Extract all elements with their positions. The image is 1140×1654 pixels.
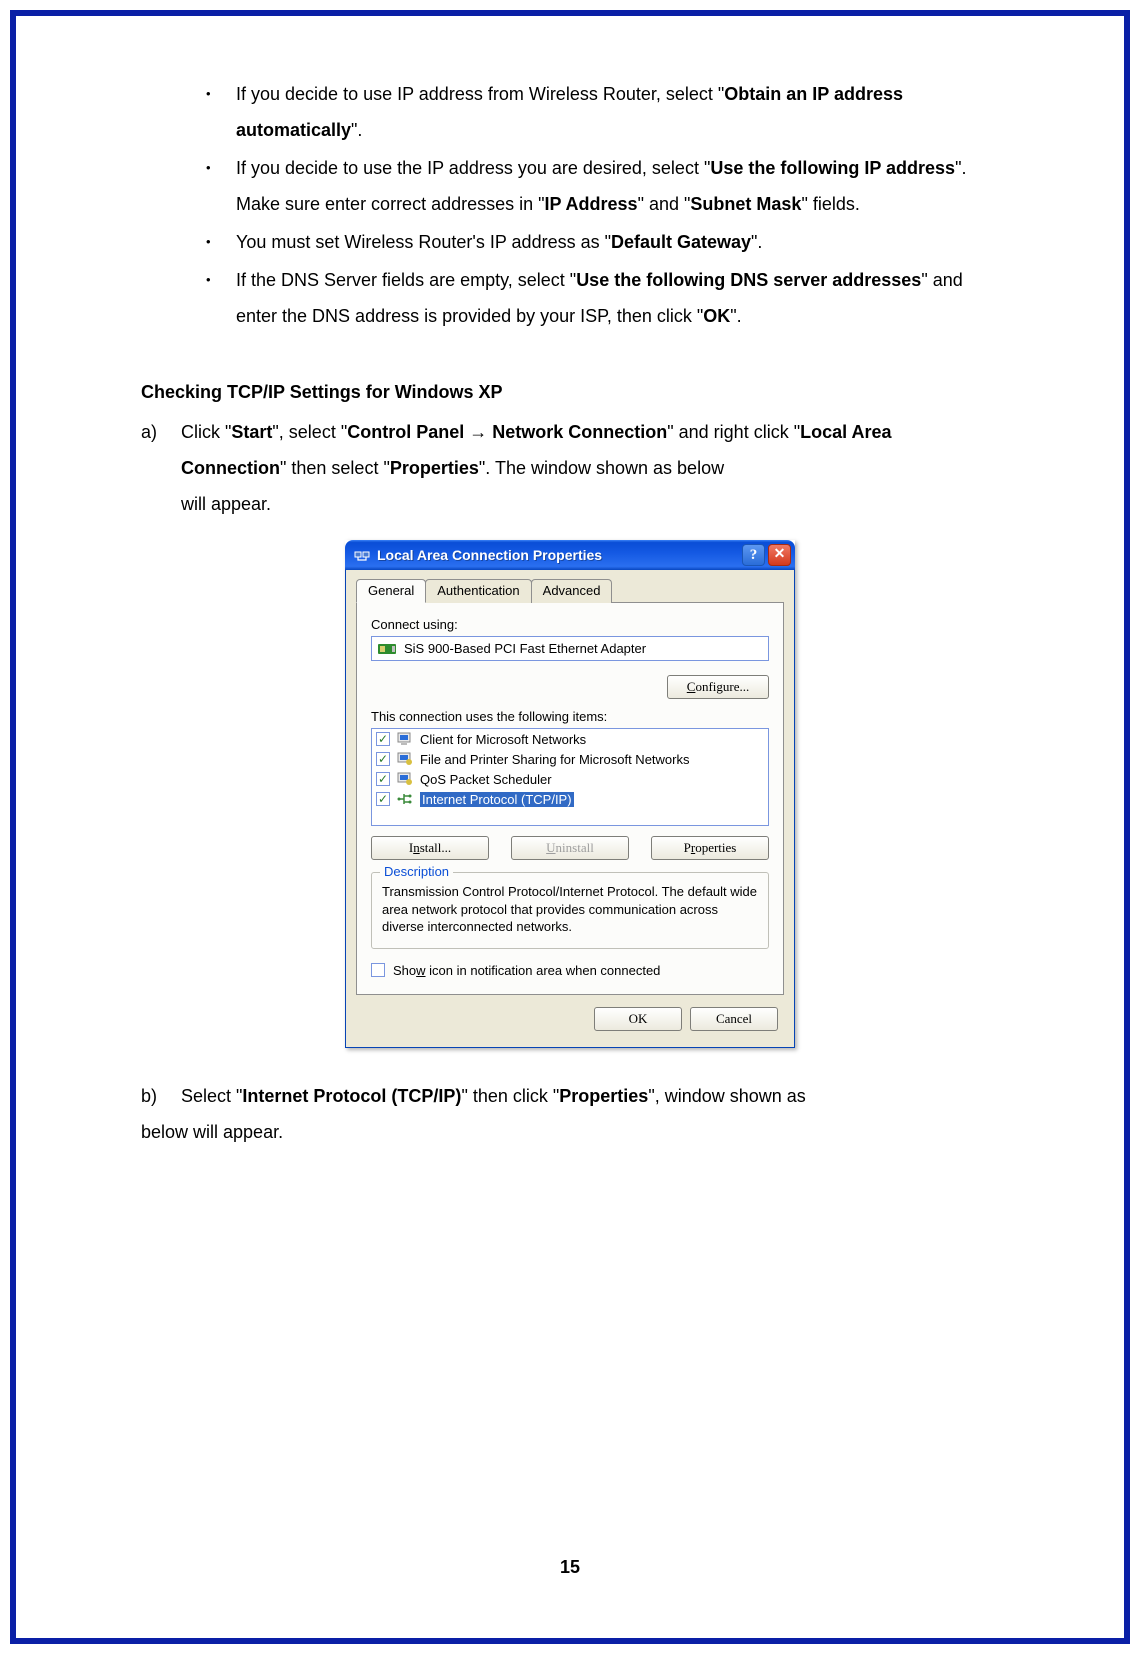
adapter-field[interactable]: SiS 900-Based PCI Fast Ethernet Adapter [371, 636, 769, 661]
bullet-dot: • [206, 76, 236, 148]
step-b-cont: below will appear. [141, 1114, 999, 1150]
configure-button[interactable]: CConfigure...onfigure... [667, 675, 769, 699]
description-text: Transmission Control Protocol/Internet P… [382, 883, 758, 936]
checkbox-icon[interactable] [376, 732, 390, 746]
tab-authentication[interactable]: Authentication [425, 579, 531, 603]
document-body: • If you decide to use IP address from W… [16, 16, 1124, 1190]
tab-general[interactable]: General [356, 579, 426, 603]
xp-dialog: Local Area Connection Properties ? ✕ Gen… [345, 540, 795, 1048]
show-icon-label: Show icon in notification area when conn… [393, 963, 660, 979]
dialog-title: Local Area Connection Properties [377, 547, 739, 564]
step-label: b) [141, 1078, 181, 1114]
adapter-name: SiS 900-Based PCI Fast Ethernet Adapter [404, 641, 646, 657]
description-group: Description Transmission Control Protoco… [371, 872, 769, 949]
service-icon [396, 771, 414, 787]
list-item-selected[interactable]: Internet Protocol (TCP/IP) [372, 789, 768, 809]
bullet-item: • If you decide to use IP address from W… [206, 76, 999, 148]
step-a-cont: will appear. [141, 486, 999, 522]
tab-strip: General Authentication Advanced [356, 579, 784, 603]
close-button[interactable]: ✕ [768, 544, 791, 566]
dialog-titlebar[interactable]: Local Area Connection Properties ? ✕ [345, 540, 795, 570]
list-item[interactable]: File and Printer Sharing for Microsoft N… [372, 749, 768, 769]
items-listbox[interactable]: Client for Microsoft Networks File and P… [371, 728, 769, 826]
bullet-item: • If you decide to use the IP address yo… [206, 150, 999, 222]
list-item[interactable]: QoS Packet Scheduler [372, 769, 768, 789]
list-item[interactable]: Client for Microsoft Networks [372, 729, 768, 749]
checkbox-icon[interactable] [376, 752, 390, 766]
bullet-item: • You must set Wireless Router's IP addr… [206, 224, 999, 260]
client-icon [396, 731, 414, 747]
tab-advanced[interactable]: Advanced [531, 579, 613, 603]
show-icon-row[interactable]: Show icon in notification area when conn… [371, 963, 769, 979]
connection-icon [353, 546, 371, 564]
description-legend: Description [380, 864, 453, 880]
step-b: b) Select "Internet Protocol (TCP/IP)" t… [141, 1078, 999, 1114]
tab-panel-general: Connect using: SiS 900-Based PCI Fast Et… [356, 602, 784, 996]
checkbox-icon[interactable] [376, 772, 390, 786]
ok-button[interactable]: OK [594, 1007, 682, 1031]
step-label: a) [141, 414, 181, 486]
cancel-button[interactable]: Cancel [690, 1007, 778, 1031]
help-button[interactable]: ? [742, 544, 765, 566]
uninstall-button: Uninstall [511, 836, 629, 860]
bullet-dot: • [206, 150, 236, 222]
checkbox-icon[interactable] [371, 963, 385, 977]
step-a: a) Click "Start", select "Control Panel … [141, 414, 999, 486]
bullet-dot: • [206, 224, 236, 260]
bullet-dot: • [206, 262, 236, 334]
nic-icon [378, 642, 398, 656]
protocol-icon [396, 791, 414, 807]
install-button[interactable]: Install... [371, 836, 489, 860]
uses-items-label: This connection uses the following items… [371, 709, 769, 725]
bullet-list: • If you decide to use IP address from W… [141, 76, 999, 334]
section-heading: Checking TCP/IP Settings for Windows XP [141, 374, 999, 410]
connect-using-label: Connect using: [371, 617, 769, 633]
checkbox-icon[interactable] [376, 792, 390, 806]
properties-button[interactable]: Properties [651, 836, 769, 860]
service-icon [396, 751, 414, 767]
page-number: 15 [16, 1557, 1124, 1578]
bullet-item: • If the DNS Server fields are empty, se… [206, 262, 999, 334]
